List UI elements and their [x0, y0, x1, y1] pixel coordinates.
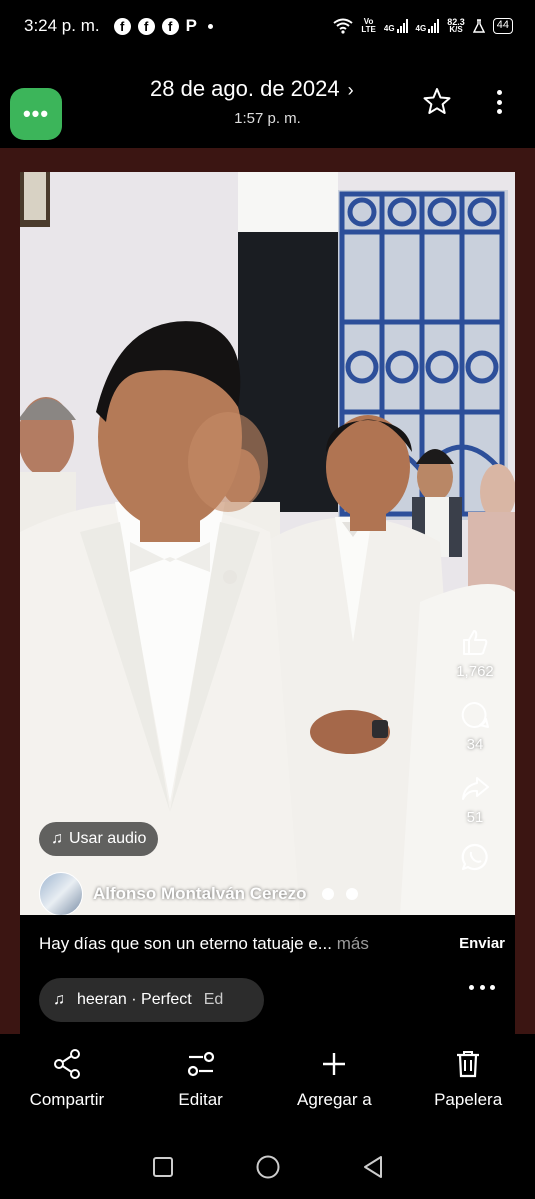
battery-indicator: 44: [492, 18, 513, 34]
more-options-icon[interactable]: [490, 88, 508, 116]
more-notifications-icon: [207, 23, 213, 29]
signal-bars-icon: [396, 19, 408, 33]
wifi-icon: [333, 18, 353, 34]
system-nav-bar: [0, 1134, 535, 1199]
music-note-icon: ♫: [53, 991, 65, 1008]
signal-bars-icon: [428, 19, 440, 33]
post-side-actions: 1,762 34 51: [445, 627, 505, 872]
facebook-notification-icon: f: [113, 17, 131, 35]
facebook-notification-icon: f: [137, 17, 155, 35]
network-speed: 82.3 K/S: [447, 17, 465, 34]
whatsapp-button[interactable]: [460, 842, 490, 872]
groomsmen-illustration: [20, 172, 515, 915]
status-bar: 3:24 p. m. f f f P Vo LTE 4G 4G 82.3 K/S 4…: [0, 0, 535, 52]
post-caption[interactable]: Hay días que son un eterno tatuaje e... …: [39, 934, 369, 954]
like-count: 1,762: [456, 663, 494, 680]
share-button[interactable]: Compartir: [0, 1034, 134, 1134]
thumbs-up-icon: [462, 630, 488, 655]
see-more-link[interactable]: más: [337, 934, 369, 953]
recents-button[interactable]: [148, 1152, 178, 1182]
music-track-title: heeran · Perfect: [77, 991, 192, 1008]
like-button[interactable]: 1,762: [456, 627, 494, 680]
edit-label: Editar: [178, 1090, 223, 1109]
trash-label: Papelera: [434, 1090, 503, 1109]
signal-1: 4G: [384, 19, 408, 33]
triangle-back-icon: [363, 1155, 382, 1178]
trash-button[interactable]: Papelera: [401, 1034, 535, 1134]
author-row[interactable]: Alfonso Montalván Cerezo: [39, 872, 359, 915]
plus-icon: [323, 1053, 346, 1075]
share-post-button[interactable]: 51: [460, 773, 490, 826]
edit-button[interactable]: Editar: [134, 1034, 268, 1134]
home-button[interactable]: [253, 1152, 283, 1182]
comment-button[interactable]: 34: [460, 700, 490, 753]
circle-icon: [256, 1155, 279, 1178]
signal-2: 4G: [416, 19, 440, 33]
add-to-label: Agregar a: [297, 1090, 372, 1109]
edit-sliders-icon: [187, 1051, 214, 1077]
p-notification-icon: P: [185, 16, 197, 35]
wedding-photo: 1,762 34 51 ♫ Usar audio Alfonso Montalv…: [20, 172, 515, 915]
date-title[interactable]: 28 de ago. de 2024 ›: [150, 76, 354, 102]
author-name[interactable]: Alfonso Montalván Cerezo: [93, 884, 306, 904]
photo-frame: 1,762 34 51 ♫ Usar audio Alfonso Montalv…: [0, 148, 535, 1035]
avatar[interactable]: [39, 872, 83, 915]
share-label: Compartir: [29, 1090, 105, 1109]
chevron-right-icon: ›: [347, 80, 354, 100]
post-more-icon[interactable]: [469, 985, 495, 990]
status-time: 3:24 p. m.: [24, 16, 100, 35]
share-icon: [53, 1049, 80, 1079]
facebook-notification-icon: f: [161, 17, 179, 35]
music-track-chip[interactable]: ♫ heeran · Perfect Ed: [39, 978, 264, 1022]
globe-icon: [346, 888, 359, 900]
whatsapp-icon: [461, 843, 488, 871]
send-label[interactable]: Enviar: [459, 935, 505, 952]
music-note-icon: ♫: [51, 830, 63, 847]
screenshot-video[interactable]: 1,762 34 51 ♫ Usar audio Alfonso Montalv…: [20, 172, 515, 1035]
share-arrow-icon: [462, 777, 489, 800]
share-count: 51: [466, 809, 484, 826]
flask-icon: [472, 19, 485, 33]
favorite-star-icon[interactable]: [422, 86, 452, 116]
photo-header: ••• 28 de ago. de 2024 › 1:57 p. m.: [0, 62, 535, 148]
comment-count: 34: [466, 736, 484, 753]
trash-icon: [457, 1051, 480, 1078]
music-track-artist: Ed: [203, 991, 224, 1008]
back-button[interactable]: [358, 1152, 388, 1182]
comment-icon: [461, 701, 489, 728]
verified-icon: [322, 888, 335, 900]
square-icon: [152, 1156, 173, 1177]
time-subtitle: 1:57 p. m.: [234, 110, 301, 127]
volte-indicator: Vo LTE: [361, 17, 376, 34]
use-audio-button[interactable]: ♫ Usar audio: [39, 822, 159, 856]
add-to-button[interactable]: Agregar a: [268, 1034, 402, 1134]
bottom-action-bar: Compartir Editar Agregar a Papelera: [0, 1034, 535, 1134]
